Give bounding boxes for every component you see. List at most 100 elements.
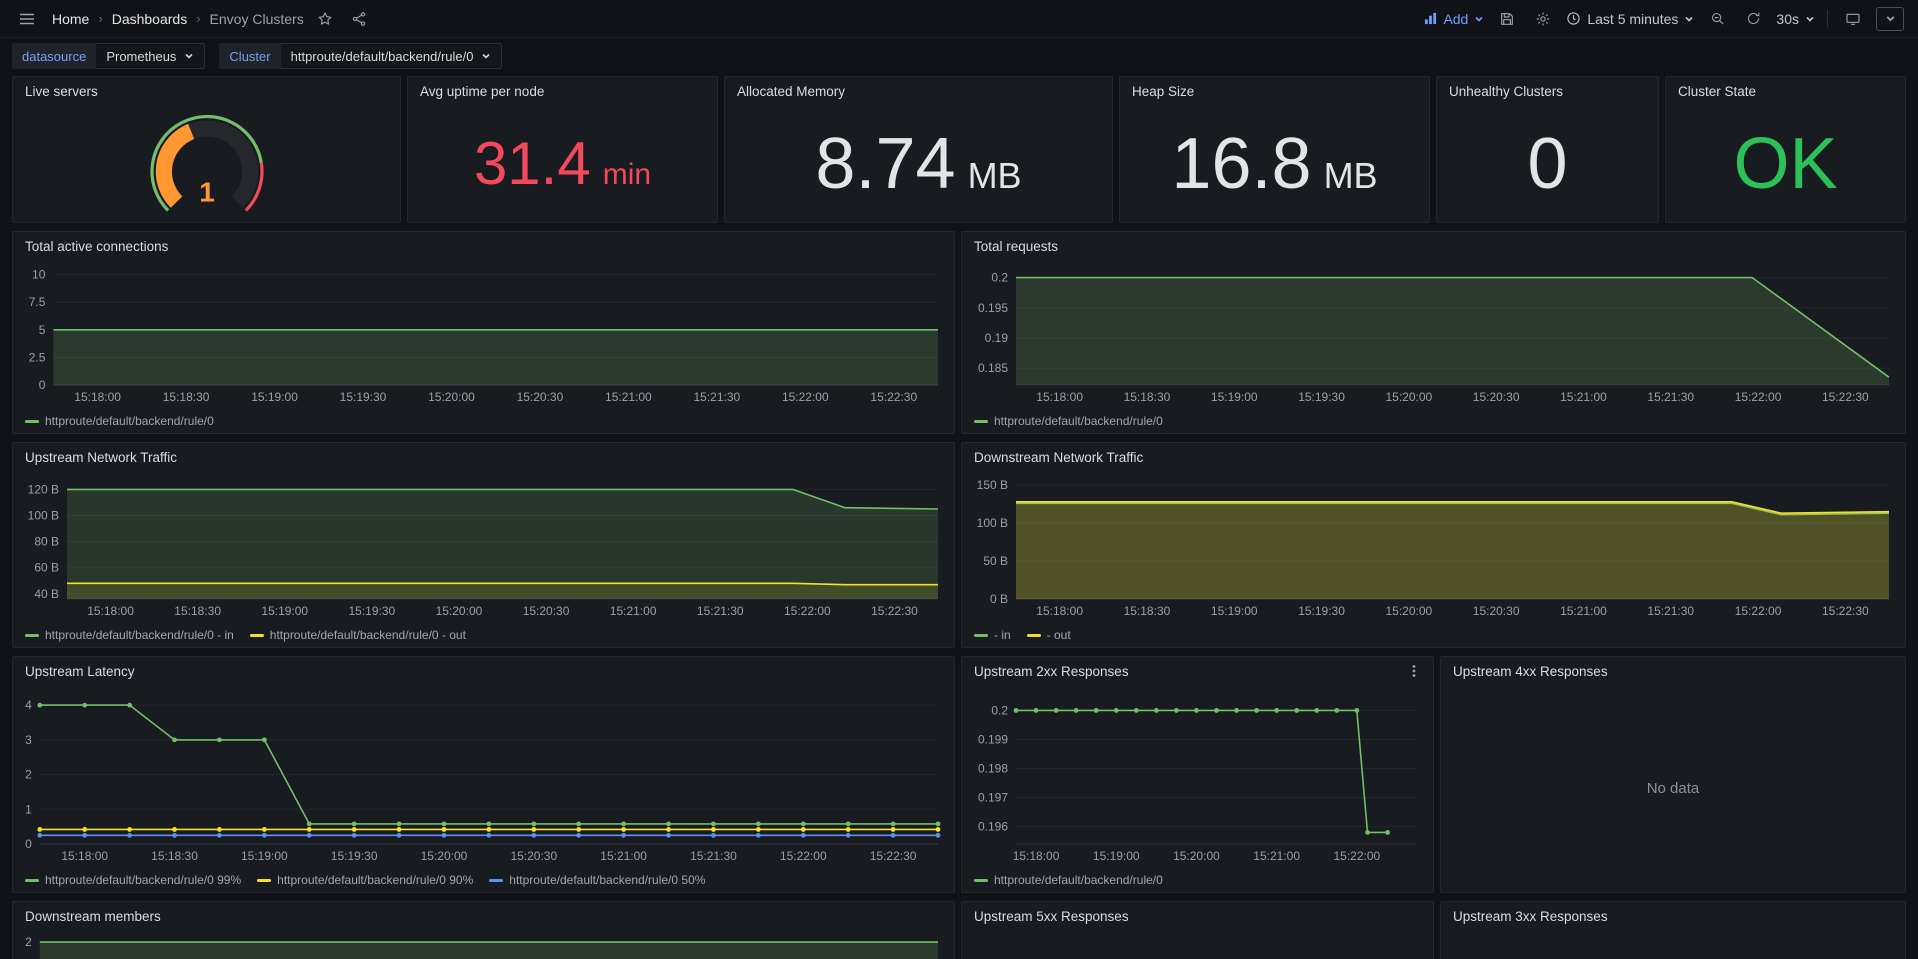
legend-item[interactable]: httproute/default/backend/rule/0 - in — [25, 628, 234, 642]
svg-text:2: 2 — [25, 768, 32, 782]
refresh-interval-picker[interactable]: 30s — [1776, 11, 1815, 27]
chart-plot[interactable]: 0.1960.1970.1980.1990.215:18:0015:19:001… — [966, 685, 1427, 866]
svg-text:80 B: 80 B — [34, 535, 59, 549]
variable-datasource: datasource Prometheus — [12, 43, 205, 69]
svg-text:15:18:30: 15:18:30 — [1124, 390, 1171, 404]
svg-text:15:22:00: 15:22:00 — [782, 390, 829, 404]
svg-text:15:18:00: 15:18:00 — [1036, 390, 1083, 404]
chevron-down-icon — [481, 51, 491, 61]
chart-legend: httproute/default/backend/rule/0 — [974, 414, 1897, 428]
panel-title[interactable]: Cluster State — [1666, 77, 1905, 105]
panel-title[interactable]: Heap Size — [1120, 77, 1429, 105]
chevron-down-icon — [1885, 13, 1896, 24]
svg-text:15:20:00: 15:20:00 — [1385, 390, 1432, 404]
collapse-topbar-button[interactable] — [1876, 7, 1904, 31]
zoom-out-icon[interactable] — [1704, 6, 1730, 32]
svg-text:40 B: 40 B — [34, 587, 59, 601]
legend-item[interactable]: httproute/default/backend/rule/0 99% — [25, 873, 241, 887]
panel-title[interactable]: Allocated Memory — [725, 77, 1112, 105]
chart-legend: - in - out — [974, 628, 1897, 642]
top-nav-actions: Add Last 5 minutes — [1424, 6, 1904, 32]
svg-text:15:18:00: 15:18:00 — [1013, 849, 1060, 863]
panel-title[interactable]: Upstream Network Traffic — [13, 443, 954, 471]
panel-title[interactable]: Downstream Network Traffic — [962, 443, 1905, 471]
chart-plot[interactable]: 0123415:18:0015:18:3015:19:0015:19:3015:… — [17, 685, 948, 866]
cluster-select[interactable]: httproute/default/backend/rule/0 — [281, 43, 503, 69]
svg-text:15:21:30: 15:21:30 — [697, 604, 744, 618]
add-button[interactable]: Add — [1424, 11, 1484, 27]
refresh-icon[interactable] — [1740, 6, 1766, 32]
legend-item[interactable]: httproute/default/backend/rule/0 — [974, 414, 1163, 428]
legend-item[interactable]: - out — [1027, 628, 1071, 642]
svg-text:100 B: 100 B — [28, 509, 59, 523]
svg-text:15:21:00: 15:21:00 — [600, 849, 647, 863]
svg-text:3: 3 — [25, 733, 32, 747]
svg-text:15:20:30: 15:20:30 — [510, 849, 557, 863]
panel-title[interactable]: Total requests — [962, 232, 1905, 260]
panel-title[interactable]: Total active connections — [13, 232, 954, 260]
svg-text:15:21:30: 15:21:30 — [1647, 390, 1694, 404]
panel-title[interactable]: Upstream 5xx Responses — [962, 902, 1433, 930]
panel-title[interactable]: Upstream Latency — [13, 657, 954, 685]
svg-text:15:18:30: 15:18:30 — [174, 604, 221, 618]
svg-text:0.196: 0.196 — [978, 820, 1008, 834]
svg-text:15:19:00: 15:19:00 — [251, 390, 298, 404]
dashboard-variables: datasource Prometheus Cluster httproute/… — [0, 38, 1918, 74]
datasource-select[interactable]: Prometheus — [96, 43, 205, 69]
breadcrumb: Home › Dashboards › Envoy Clusters — [52, 11, 304, 27]
panel-menu-icon[interactable] — [1407, 664, 1421, 678]
panel-title[interactable]: Upstream 3xx Responses — [1441, 902, 1905, 930]
variable-cluster: Cluster httproute/default/backend/rule/0 — [219, 43, 502, 69]
legend-swatch — [25, 420, 39, 423]
stat-value: 0 — [1527, 128, 1567, 200]
legend-item[interactable]: httproute/default/backend/rule/0 - out — [250, 628, 466, 642]
svg-text:15:22:30: 15:22:30 — [871, 604, 918, 618]
legend-swatch — [250, 634, 264, 637]
panel-downstream-members: Downstream members 2 httproute/default/b… — [12, 901, 955, 959]
save-icon[interactable] — [1494, 6, 1520, 32]
panel-title[interactable]: Live servers — [13, 77, 400, 105]
panel-title[interactable]: Avg uptime per node — [408, 77, 717, 105]
legend-item[interactable]: - in — [974, 628, 1011, 642]
variable-label: Cluster — [219, 43, 280, 69]
panel-title[interactable]: Upstream 4xx Responses — [1441, 657, 1905, 685]
variable-label: datasource — [12, 43, 96, 69]
svg-text:0.197: 0.197 — [978, 791, 1008, 805]
chart-plot[interactable]: 02.557.51015:18:0015:18:3015:19:0015:19:… — [17, 260, 948, 407]
svg-text:0.185: 0.185 — [978, 361, 1008, 375]
legend-item[interactable]: httproute/default/backend/rule/0 50% — [489, 873, 705, 887]
panel-title[interactable]: Upstream 2xx Responses — [962, 657, 1433, 685]
svg-text:15:20:30: 15:20:30 — [517, 390, 564, 404]
panel-title[interactable]: Unhealthy Clusters — [1437, 77, 1658, 105]
breadcrumb-home[interactable]: Home — [52, 11, 89, 27]
chart-plot[interactable]: 0 B50 B100 B150 B15:18:0015:18:3015:19:0… — [966, 471, 1899, 621]
time-range-picker[interactable]: Last 5 minutes — [1566, 11, 1694, 27]
svg-text:15:19:30: 15:19:30 — [1298, 390, 1345, 404]
svg-text:0.19: 0.19 — [985, 331, 1009, 345]
svg-text:15:22:00: 15:22:00 — [780, 849, 827, 863]
chart-plot[interactable]: 40 B60 B80 B100 B120 B15:18:0015:18:3015… — [17, 471, 948, 621]
panel-upstream-3xx: Upstream 3xx Responses — [1440, 901, 1906, 959]
svg-text:15:22:30: 15:22:30 — [1822, 390, 1869, 404]
panel-title[interactable]: Downstream members — [13, 902, 954, 930]
svg-text:15:20:30: 15:20:30 — [1473, 604, 1520, 618]
legend-item[interactable]: httproute/default/backend/rule/0 — [25, 414, 214, 428]
bar-chart-icon — [1424, 12, 1437, 25]
svg-text:0: 0 — [39, 378, 46, 392]
svg-text:2: 2 — [25, 935, 32, 949]
gear-icon[interactable] — [1530, 6, 1556, 32]
legend-item[interactable]: httproute/default/backend/rule/0 — [974, 873, 1163, 887]
chart-plot[interactable]: 0.1850.190.1950.215:18:0015:18:3015:19:0… — [966, 260, 1899, 407]
toolbar-divider — [1827, 10, 1828, 28]
breadcrumb-dashboards[interactable]: Dashboards — [112, 11, 188, 27]
star-icon[interactable] — [312, 6, 338, 32]
hamburger-menu-icon[interactable] — [14, 6, 40, 32]
legend-item[interactable]: httproute/default/backend/rule/0 90% — [257, 873, 473, 887]
svg-text:2.5: 2.5 — [29, 350, 46, 364]
monitor-icon[interactable] — [1840, 6, 1866, 32]
chart-plot[interactable]: 2 — [17, 930, 948, 959]
svg-text:15:20:00: 15:20:00 — [428, 390, 475, 404]
share-icon[interactable] — [346, 6, 372, 32]
svg-text:15:19:00: 15:19:00 — [261, 604, 308, 618]
svg-text:0.195: 0.195 — [978, 301, 1008, 315]
